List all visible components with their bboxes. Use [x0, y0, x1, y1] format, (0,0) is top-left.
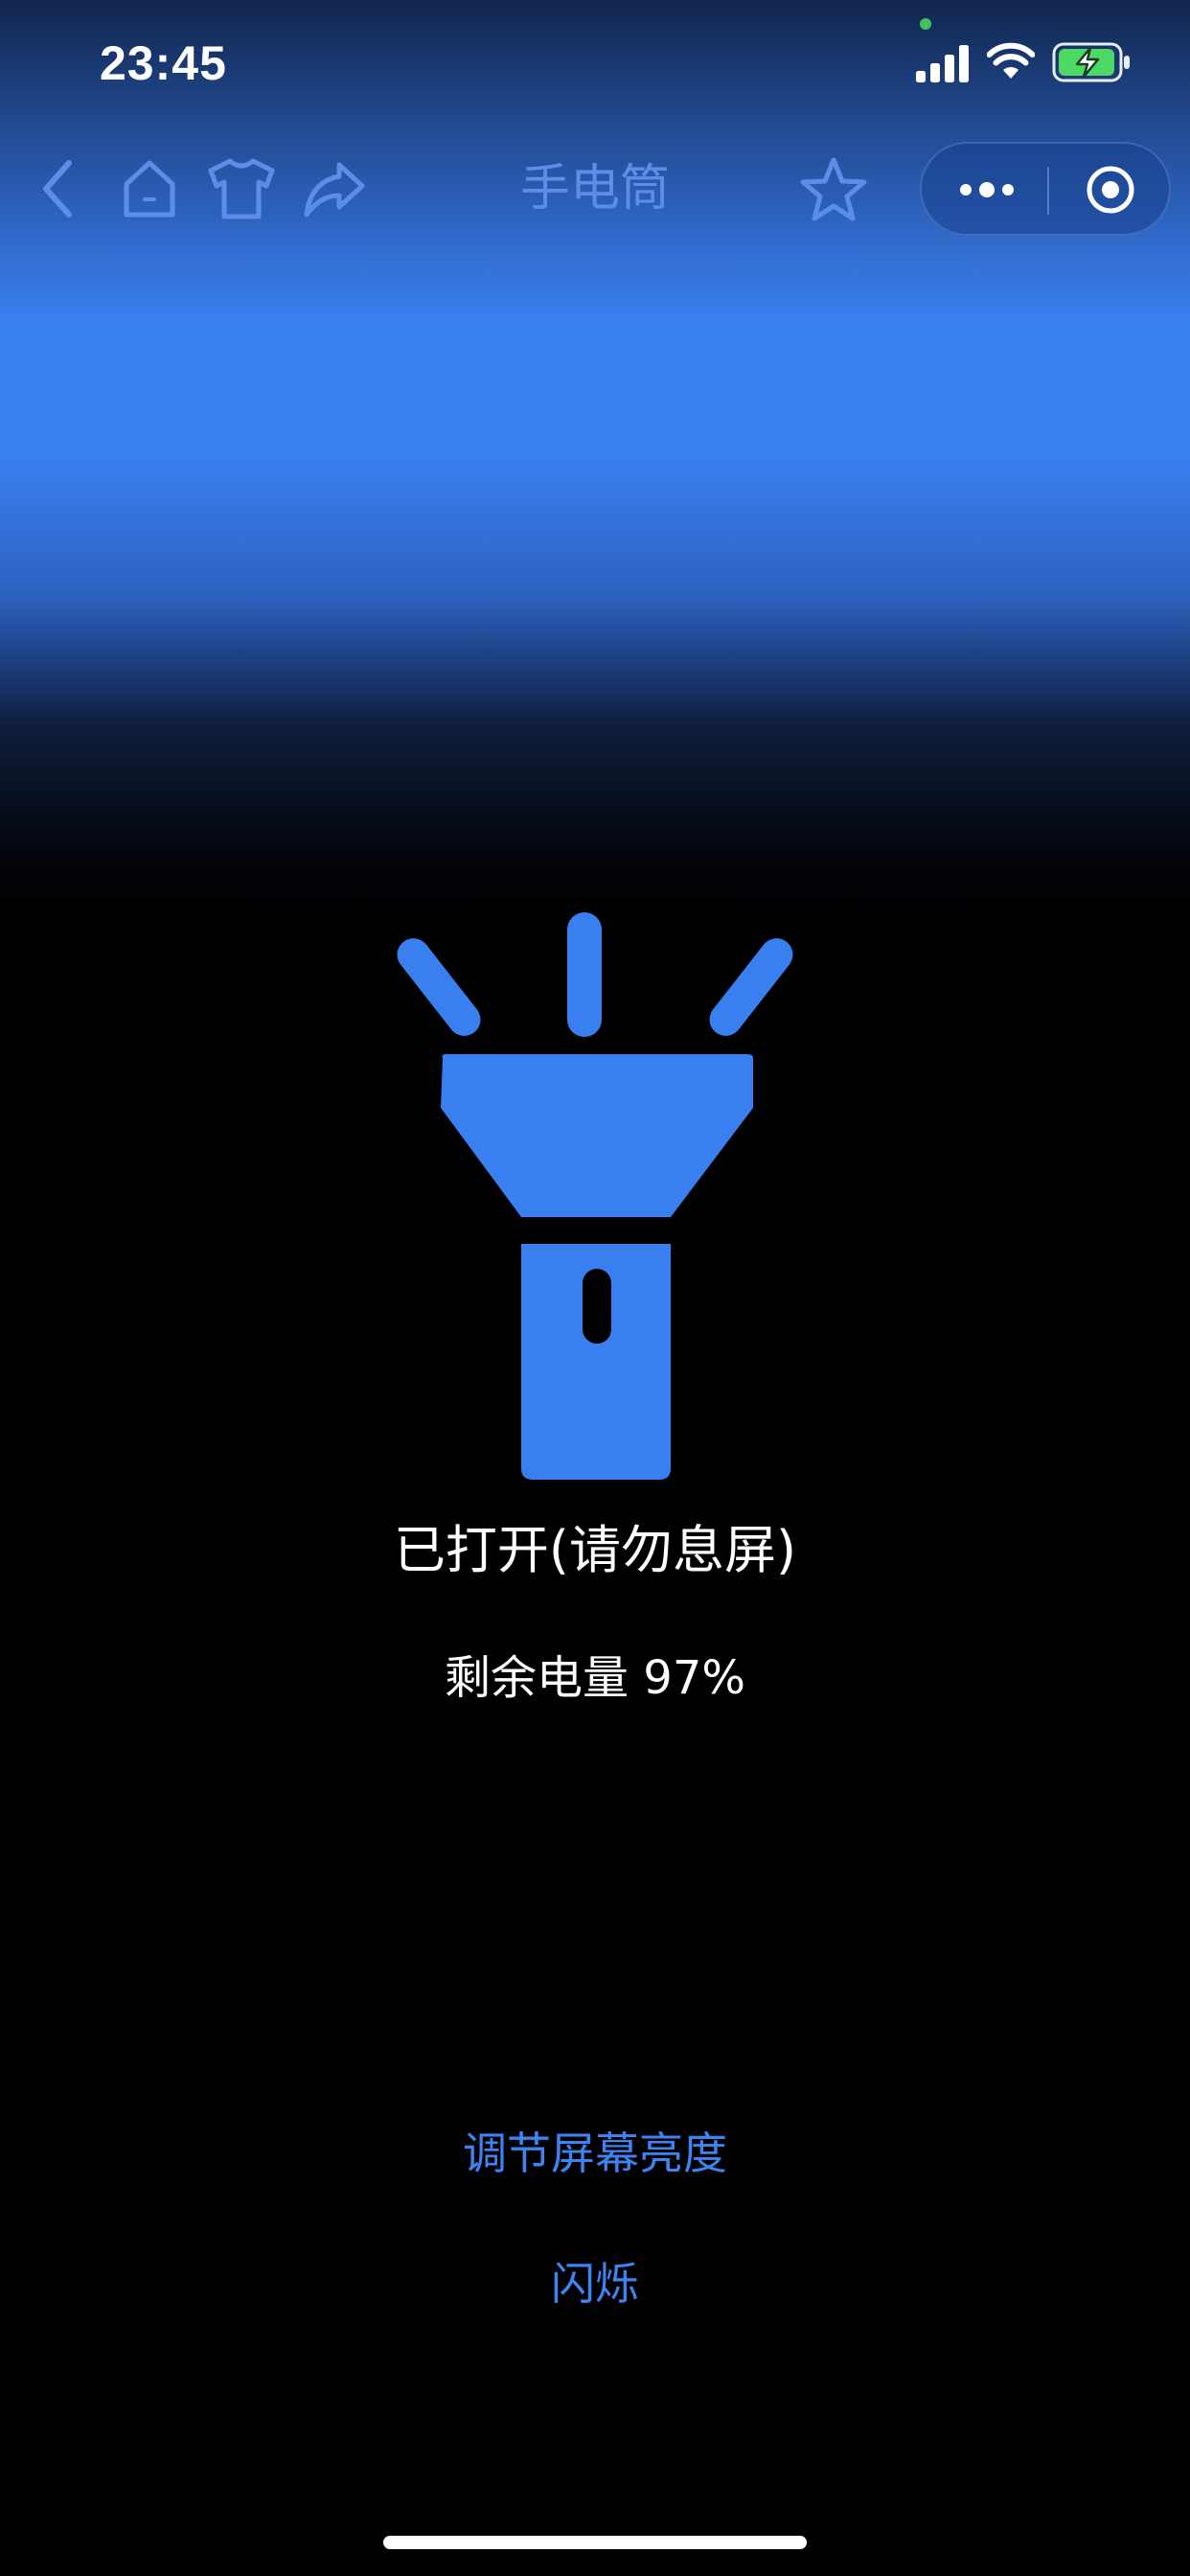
home-icon[interactable] — [119, 155, 180, 222]
star-icon[interactable] — [799, 155, 868, 224]
target-icon[interactable] — [1085, 164, 1136, 216]
home-indicator[interactable] — [383, 2536, 807, 2549]
battery-charging-icon — [1052, 42, 1130, 82]
status-time: 23:45 — [100, 36, 227, 90]
capsule-divider — [1047, 167, 1049, 215]
flashlight-icon[interactable] — [385, 905, 805, 1484]
privacy-indicator-dot — [920, 18, 931, 30]
flashlight-status: 已打开(请勿息屏) — [393, 1520, 797, 1580]
signal-icon — [916, 45, 969, 82]
more-icon[interactable] — [958, 176, 1016, 203]
page-title: 手电筒 — [519, 160, 670, 218]
flash-button[interactable]: 闪烁 — [0, 2252, 1190, 2315]
capsule-menu — [920, 142, 1171, 236]
wifi-icon — [987, 42, 1035, 79]
share-icon[interactable] — [301, 155, 368, 222]
battery-remaining: 剩余电量 97% — [445, 1651, 745, 1705]
adjust-brightness-button[interactable]: 调节屏幕亮度 — [0, 2122, 1190, 2185]
back-icon[interactable] — [36, 155, 80, 222]
shirt-icon[interactable] — [205, 155, 278, 222]
